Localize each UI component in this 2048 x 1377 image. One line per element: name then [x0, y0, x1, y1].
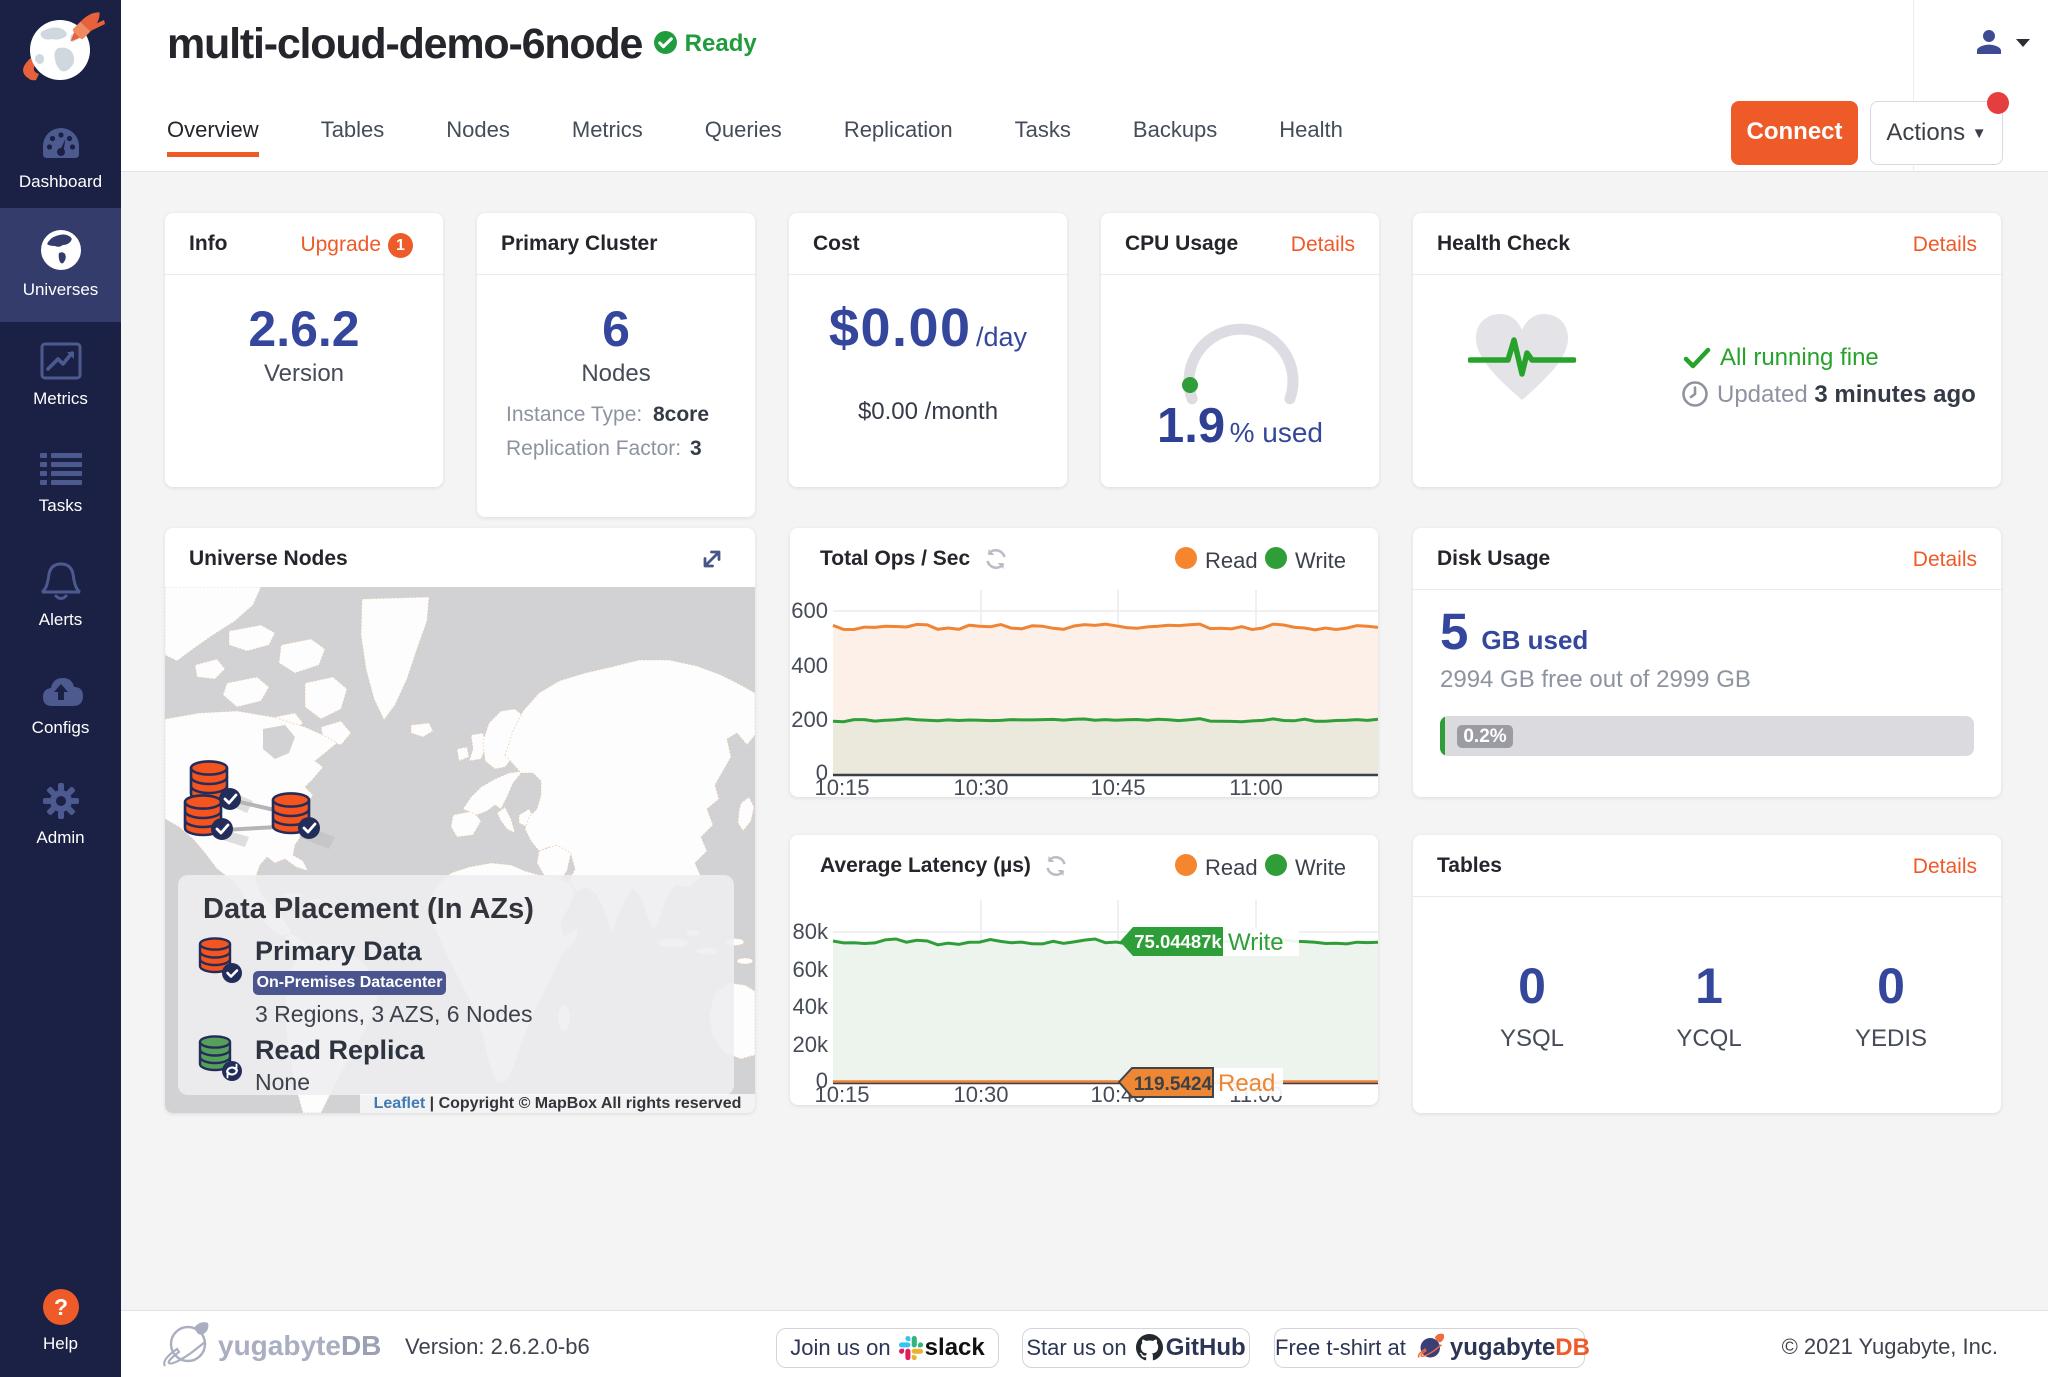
- svg-text:10:15: 10:15: [814, 1082, 869, 1105]
- svg-text:11:00: 11:00: [1229, 775, 1282, 797]
- svg-text:60k: 60k: [793, 957, 829, 982]
- svg-text:10:30: 10:30: [953, 1082, 1008, 1105]
- svg-text:10:30: 10:30: [953, 775, 1008, 797]
- svg-text:400: 400: [791, 653, 828, 678]
- svg-text:119.5424: 119.5424: [1134, 1074, 1213, 1095]
- svg-text:40k: 40k: [793, 994, 829, 1019]
- svg-text:80k: 80k: [793, 919, 829, 944]
- svg-text:20k: 20k: [793, 1032, 829, 1057]
- svg-text:?: ?: [53, 1294, 67, 1320]
- svg-text:75.04487k: 75.04487k: [1134, 931, 1222, 952]
- svg-text:Write: Write: [1228, 929, 1284, 956]
- svg-text:Read: Read: [1218, 1070, 1275, 1097]
- svg-text:10:15: 10:15: [814, 775, 869, 797]
- svg-text:600: 600: [791, 598, 828, 623]
- svg-text:200: 200: [791, 707, 828, 732]
- svg-text:10:45: 10:45: [1090, 775, 1145, 797]
